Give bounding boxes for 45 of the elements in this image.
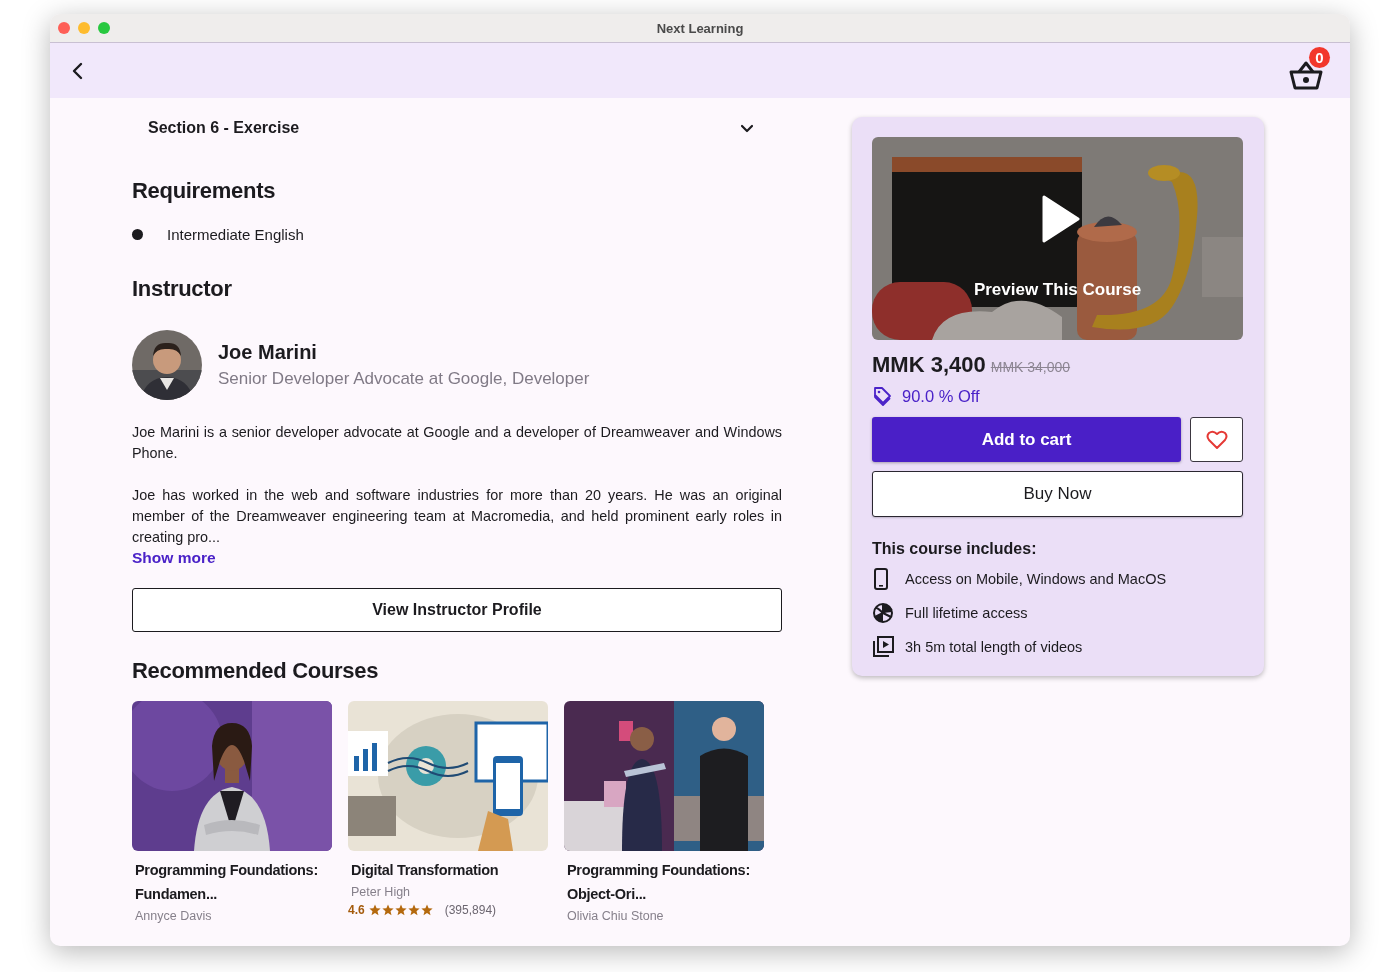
rating-value: 4.6 xyxy=(348,903,365,917)
preview-label: Preview This Course xyxy=(973,280,1142,300)
bio-paragraph: Joe Marini is a senior developer advocate at Google and a developer of Dreamweaver and Windows Phone. xyxy=(132,423,782,463)
buy-now-button[interactable]: Buy Now xyxy=(872,471,1243,517)
feature-text: 3h 5m total length of videos xyxy=(905,639,1083,655)
section-heading: Requirements xyxy=(132,178,277,204)
preview-video[interactable]: Preview This Course xyxy=(872,137,1243,340)
course-title: Programming Foundations: Fundamen... xyxy=(135,861,319,904)
requirement-text: Intermediate English xyxy=(167,226,304,243)
course-title: Digital Transformation xyxy=(351,861,500,880)
star-icon xyxy=(420,904,433,916)
feature-text: Full lifetime access xyxy=(905,605,1028,621)
star-icon xyxy=(394,904,407,916)
course-author: Peter High xyxy=(351,885,412,899)
course-author: Olivia Chiu Stone xyxy=(567,909,665,923)
section-title: Section 6 - Exercise xyxy=(148,119,300,137)
star-icon xyxy=(368,904,381,916)
tag-icon xyxy=(872,386,892,406)
instructor-title: Senior Developer Advocate at Google, Developer xyxy=(218,369,590,389)
play-icon[interactable] xyxy=(1042,195,1082,243)
view-profile-button[interactable]: View Instructor Profile xyxy=(132,588,782,632)
wishlist-button[interactable] xyxy=(1190,417,1243,462)
section-heading: Recommended Courses xyxy=(132,658,380,684)
course-author: Annyce Davis xyxy=(135,909,213,923)
add-to-cart-button[interactable]: Add to cart xyxy=(872,417,1181,462)
section-heading: Instructor xyxy=(132,276,233,302)
bullet-icon xyxy=(132,229,143,240)
section-header[interactable]: Section 6 - Exercise xyxy=(132,98,782,140)
window-title: Next Learning xyxy=(656,20,744,36)
price: MMK 3,400 xyxy=(872,352,986,378)
star-icon xyxy=(407,904,420,916)
instructor-name: Joe Marini xyxy=(218,341,318,364)
discount-text: 90.0 % Off xyxy=(902,386,980,406)
course-title: Programming Foundations: Object-Ori... xyxy=(567,861,751,904)
video-library-icon xyxy=(872,636,894,658)
ball-icon xyxy=(872,602,894,624)
bio-paragraph: Joe has worked in the web and software industries for more than 20 years. He was an original member of the Dreamweaver engineering team at Macromedia, and held prominent early roles in creating pro... xyxy=(132,486,782,547)
cart-count-badge: 0 xyxy=(1309,46,1330,68)
original-price: MMK 34,000 xyxy=(990,359,1071,375)
star-icon xyxy=(381,904,394,916)
includes-heading: This course includes: xyxy=(872,540,1038,558)
review-count: (395,894) xyxy=(444,903,497,917)
close-button[interactable] xyxy=(58,22,70,34)
feature-text: Access on Mobile, Windows and MacOS xyxy=(905,571,1167,587)
show-more-link[interactable]: Show more xyxy=(132,549,216,567)
